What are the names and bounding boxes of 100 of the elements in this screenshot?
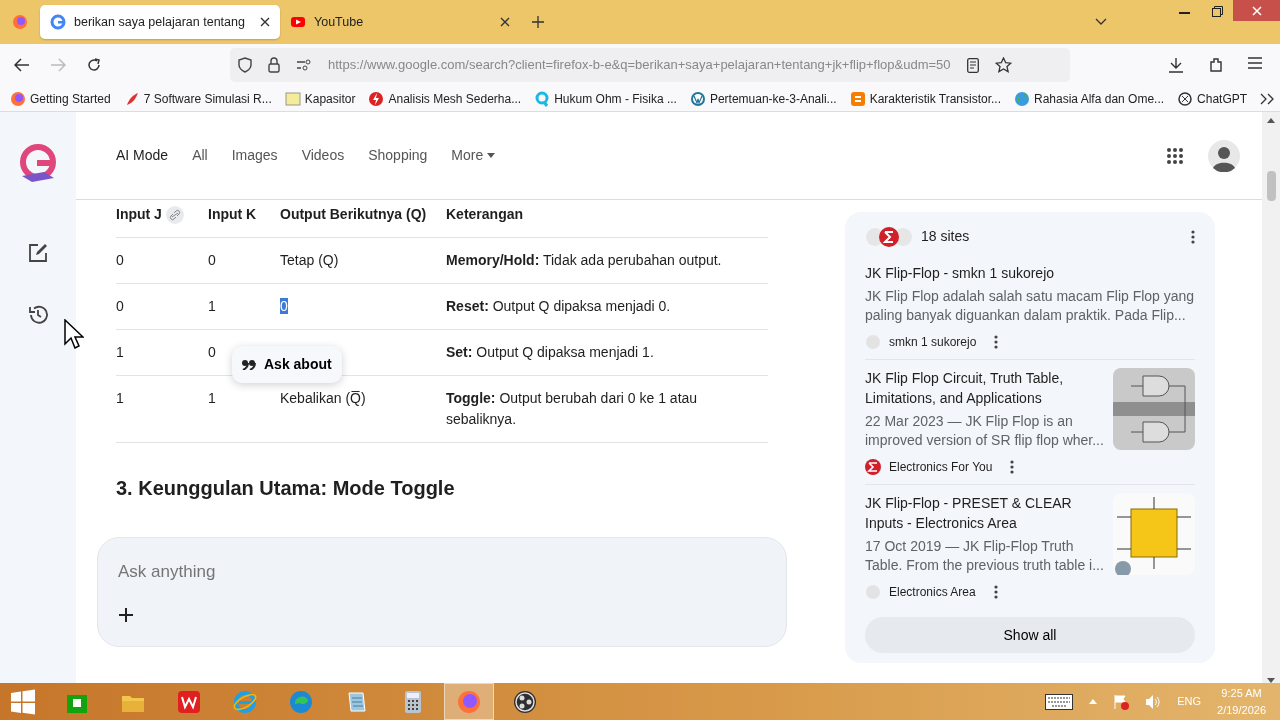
office-icon — [177, 689, 201, 714]
table-cell-text: Reset: Output Q dipaksa menjadi 0. — [446, 297, 672, 316]
column-header: Keterangan — [446, 205, 525, 224]
bookmark[interactable]: Rahasia Alfa dan Ome... — [1014, 89, 1165, 108]
search-tab[interactable]: AI Mode — [116, 141, 169, 170]
extensions-icon[interactable] — [1208, 57, 1224, 73]
table-cell-text: Set: Output Q dipaksa menjadi 1. — [446, 343, 655, 362]
bookmark[interactable]: Kapasitor — [284, 89, 356, 108]
column-header: Output Berikutnya (Q) — [280, 205, 428, 224]
sigma-icon — [865, 459, 881, 475]
star-icon[interactable] — [994, 57, 1012, 73]
site-settings-icon — [296, 59, 312, 71]
result-title[interactable]: JK Flip-Flop - smkn 1 sukorejo — [865, 263, 1195, 283]
link-icon[interactable] — [165, 206, 184, 225]
table-cell: Tetap (Q) — [280, 252, 339, 268]
search-tab[interactable]: More — [451, 141, 496, 170]
search-tab[interactable]: Videos — [301, 141, 345, 170]
source-name[interactable]: Electronics For You — [889, 458, 993, 476]
table-cell: 0 — [208, 344, 216, 360]
sources-panel: 18 sites JK Flip-Flop - smkn 1 sukorejo JK Flip Flop adalah salah satu macam Flip Flop yang paling banyak diguankan dalam praktik. Pada Flip... smkn 1 sukorejo JK Flip Flop Circuit, Truth Table, Limitations, and Applications 22 Mar 2023 — JK Flip Flop is an improved version of SR flip flop wher... Electronics For You JK Flip-Flop - PRESET & CLEAR Inputs - Electronics Area 17 Oct 2019 — JK Flip-Flop Truth Table. From the previous truth table i... Electronics Area Show all — [845, 212, 1215, 663]
result-title[interactable]: JK Flip-Flop - PRESET & CLEAR Inputs - Electronics Area — [865, 493, 1105, 533]
bookmark[interactable]: Getting Started — [10, 89, 111, 108]
browser-tab[interactable]: berikan saya pelajaran tentang — [40, 5, 280, 39]
bookmark[interactable]: 7 Software Simulasi R... — [123, 89, 272, 108]
restore-icon[interactable] — [1212, 6, 1223, 17]
recorder-icon — [513, 689, 537, 714]
flag-icon[interactable] — [1113, 693, 1130, 710]
browser-tab[interactable]: YouTube — [280, 5, 520, 39]
reload-icon[interactable] — [86, 57, 102, 73]
knot-icon — [1177, 90, 1194, 107]
bookmark[interactable]: Pertemuan-ke-3-Anali... — [689, 89, 837, 108]
source-name[interactable]: Electronics Area — [889, 583, 976, 601]
more-options-icon[interactable] — [1191, 229, 1195, 244]
wave-browser-icon — [289, 689, 313, 714]
column-header: Input J — [116, 200, 208, 237]
firefox-icon[interactable] — [12, 14, 28, 30]
bookmark[interactable]: ChatGPT — [1177, 89, 1248, 108]
reader-view-icon[interactable] — [966, 57, 979, 73]
start-icon[interactable] — [10, 688, 36, 715]
globe-icon — [1014, 90, 1030, 107]
table-cell-text: Toggle: Output berubah dari 0 ke 1 atau sebaliknya. — [446, 389, 699, 429]
more-options-icon[interactable] — [1010, 460, 1015, 474]
table-cell: 1 — [116, 344, 124, 360]
result-snippet: 22 Mar 2023 — JK Flip Flop is an improved version of SR flip flop wher... — [865, 412, 1105, 450]
menu-icon[interactable] — [1248, 57, 1262, 69]
table-cell: 0 — [208, 252, 216, 268]
table-cell: 1 — [116, 390, 124, 406]
fox-globe-icon — [10, 90, 26, 107]
close-icon[interactable] — [500, 17, 510, 27]
video-play-icon — [290, 14, 306, 30]
history-icon[interactable] — [27, 304, 49, 326]
bookmark[interactable]: Analisis Mesh Sederha... — [368, 89, 522, 108]
result-snippet: 17 Oct 2019 — JK Flip-Flop Truth Table. From the previous truth table i... — [865, 537, 1105, 575]
scroll-up-icon — [1267, 118, 1275, 123]
logo-icon[interactable] — [18, 144, 58, 184]
section-heading: 3. Keunggulan Utama: Mode Toggle — [116, 476, 456, 501]
result-title[interactable]: JK Flip Flop Circuit, Truth Table, Limitations, and Applications — [865, 368, 1105, 408]
apps-grid-icon[interactable] — [1166, 146, 1184, 165]
avatar-icon[interactable] — [1208, 139, 1240, 172]
site-favicons-icon — [865, 226, 913, 247]
scrollbar[interactable] — [1262, 112, 1280, 683]
back-icon[interactable] — [14, 58, 30, 72]
close-icon[interactable] — [260, 17, 270, 27]
magnifier-icon — [534, 90, 551, 107]
more-options-icon[interactable] — [993, 585, 998, 599]
edit-icon[interactable] — [27, 242, 49, 264]
chevron-down-icon[interactable] — [1095, 18, 1107, 26]
keyboard-icon[interactable] — [1045, 693, 1074, 710]
table-cell: 0 — [116, 252, 124, 268]
lightning-icon — [368, 90, 385, 107]
table-cell: 1 — [208, 298, 216, 314]
table-cell: 0 — [116, 298, 124, 314]
shield-icon — [238, 57, 252, 73]
blog-icon — [849, 90, 866, 107]
more-options-icon[interactable] — [994, 335, 999, 349]
source-name[interactable]: smkn 1 sukorejo — [889, 333, 977, 351]
show-all-button[interactable]: Show all — [865, 617, 1195, 653]
ask-about-button[interactable]: Ask about — [232, 346, 342, 383]
table-cell: 1 — [208, 390, 216, 406]
table-cell-text: Memory/Hold: Tidak ada perubahan output. — [446, 251, 723, 270]
fox-globe-icon — [457, 689, 481, 714]
more-bookmarks-icon[interactable] — [1260, 92, 1275, 105]
label-icon — [284, 90, 301, 107]
search-tab[interactable]: Images — [231, 141, 278, 170]
table-cell: Kebalikan (Q̅) — [280, 390, 366, 406]
scrollbar-thumb[interactable] — [1266, 171, 1276, 201]
wordpress-icon — [689, 90, 706, 107]
quote-icon — [242, 359, 256, 370]
plus-icon[interactable] — [119, 607, 133, 622]
notepad-icon — [345, 689, 369, 714]
new-tab-icon[interactable] — [532, 16, 544, 28]
input-field[interactable]: Ask anything — [116, 558, 716, 586]
search-tab[interactable]: All — [192, 141, 208, 170]
bookmark[interactable]: Hukum Ohm - Fisika ... — [534, 89, 677, 108]
download-icon[interactable] — [1168, 57, 1184, 73]
column-header: Input K — [208, 205, 258, 224]
result-snippet: JK Flip Flop adalah salah satu macam Flip Flop yang paling banyak diguankan dalam praktik. Pada Flip... — [865, 287, 1195, 325]
search-tab[interactable]: Shopping — [368, 141, 428, 170]
browser-e-icon — [233, 689, 257, 714]
bookmark[interactable]: Karakteristik Transistor... — [849, 89, 1001, 108]
